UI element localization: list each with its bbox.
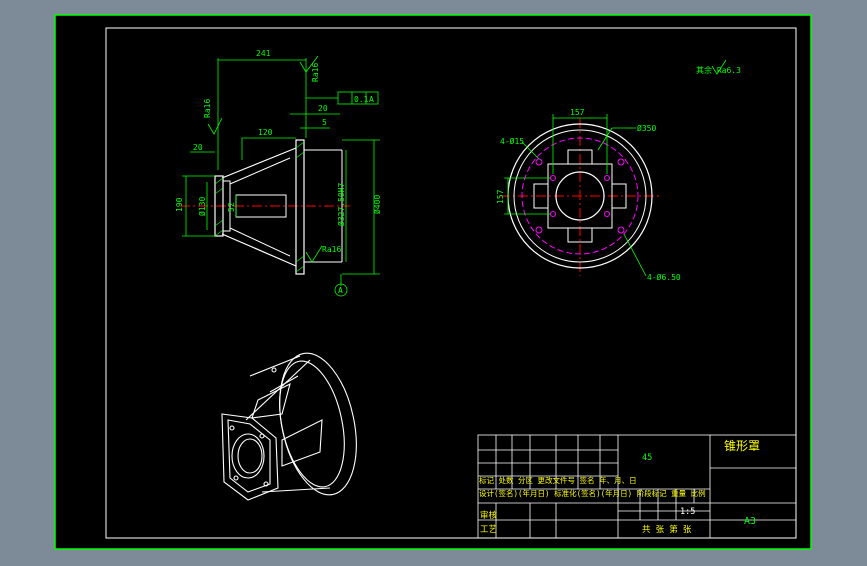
- cad-drawing: 241 20 5 120 20 190 Ø130 52 Ø327.50H7 Ø4…: [54, 14, 812, 550]
- roughness-2: Ra16: [203, 99, 212, 118]
- dim-52: 52: [227, 202, 236, 212]
- holes-top-label: 4-Ø15: [500, 136, 524, 146]
- dim-157-vertical: 157: [496, 189, 505, 204]
- quantity: 45: [642, 453, 652, 463]
- dim-130: Ø130: [197, 197, 207, 216]
- sheets-label: 共 张 第 张: [642, 524, 692, 535]
- dim-400: Ø400: [372, 195, 382, 214]
- tolerance-datum: A: [369, 95, 374, 104]
- svg-text:其余 Ra6.3: 其余 Ra6.3: [696, 65, 741, 75]
- drawing-viewport: 241 20 5 120 20 190 Ø130 52 Ø327.50H7 Ø4…: [0, 0, 867, 562]
- scale: 1:5: [680, 507, 695, 517]
- datum-label: A: [338, 286, 343, 295]
- dim-20-top: 20: [318, 104, 328, 113]
- dim-190: 190: [175, 197, 184, 212]
- process-label: 工艺: [480, 525, 497, 535]
- reviewer-label: 审核: [480, 510, 498, 521]
- tolerance-value: 0.1: [354, 95, 369, 104]
- title-row-1: 标记 处数 分区 更改文件号 签名 年、月、日: [479, 475, 637, 485]
- dim-241: 241: [256, 49, 271, 58]
- title-row-2: 设计(签名)(年月日) 标准化(签名)(年月日) 阶段标记 重量 比例: [479, 488, 706, 498]
- dim-120: 120: [258, 128, 273, 137]
- holes-bottom-label: 4-Ø6.50: [647, 272, 681, 282]
- dim-327: Ø327.50H7: [336, 182, 346, 226]
- dim-157-horizontal: 157: [570, 108, 585, 117]
- dim-350: Ø350: [637, 123, 656, 133]
- roughness-3: Ra16: [322, 245, 341, 254]
- drawing-sheet: [54, 14, 812, 550]
- sheet-size: A3: [744, 516, 756, 527]
- roughness-1: Ra16: [311, 63, 320, 82]
- part-name: 锥形罩: [724, 439, 760, 453]
- dim-5: 5: [322, 118, 327, 127]
- dim-20-left: 20: [193, 143, 203, 152]
